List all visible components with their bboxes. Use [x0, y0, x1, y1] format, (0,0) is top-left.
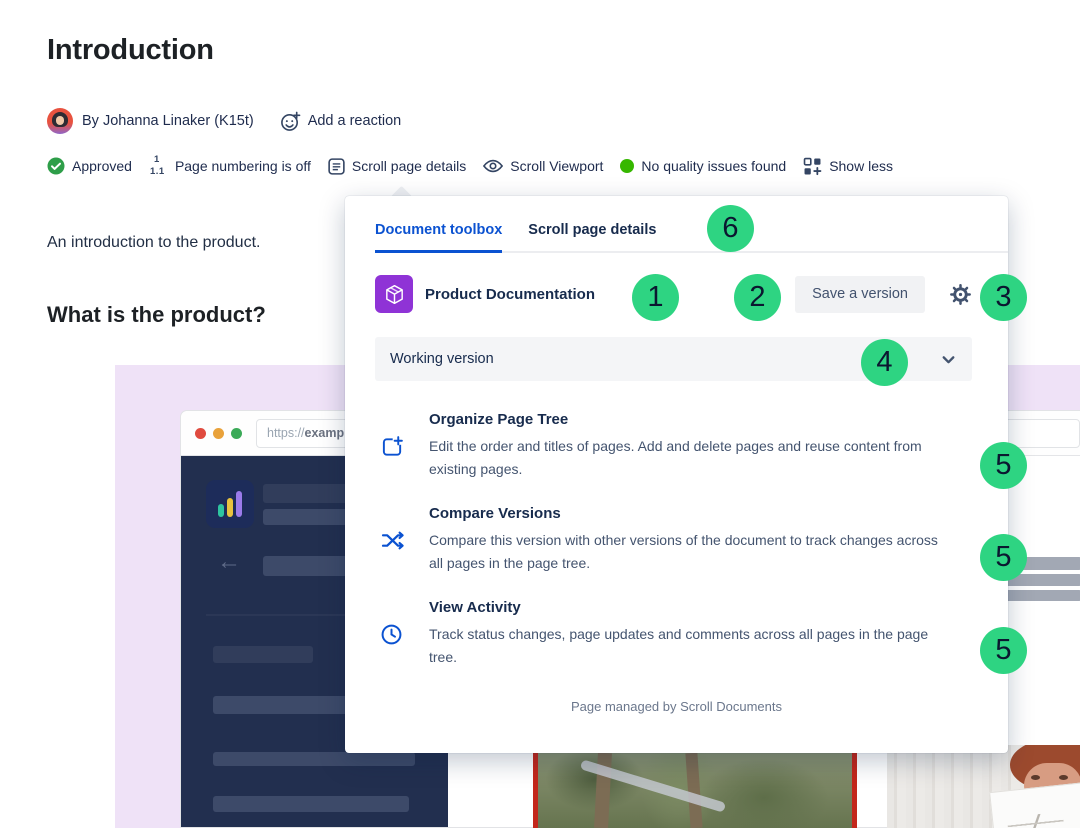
status-label: Show less — [829, 158, 893, 174]
nature-photo — [533, 750, 857, 828]
popup-tabs: Document toolbox Scroll page details — [375, 222, 1008, 253]
package-cube-icon — [383, 283, 406, 306]
status-label: No quality issues found — [641, 158, 786, 174]
mockup-logo-tile — [206, 480, 254, 528]
annotation-badge-2: 2 — [734, 274, 781, 321]
status-show-less[interactable]: Show less — [803, 157, 893, 176]
quality-dot-icon — [620, 159, 634, 173]
action-description: Edit the order and titles of pages. Add … — [429, 435, 953, 481]
action-description: Compare this version with other versions… — [429, 529, 953, 575]
status-label: Scroll page details — [352, 158, 466, 174]
add-reaction-button[interactable]: Add a reaction — [280, 111, 402, 132]
eye-icon — [483, 159, 503, 173]
bar-chart-icon — [236, 491, 242, 517]
action-text: View Activity Track status changes, page… — [429, 599, 953, 669]
close-window-icon — [195, 428, 206, 439]
grid-plus-icon — [803, 157, 822, 176]
settings-button[interactable] — [949, 283, 972, 306]
sketch-paper — [989, 782, 1080, 828]
back-arrow-icon: ← — [217, 548, 241, 576]
person-photo — [887, 745, 1080, 828]
annotation-badge-5: 5 — [980, 534, 1027, 581]
version-selector-value: Working version — [390, 351, 494, 367]
action-text: Organize Page Tree Edit the order and ti… — [429, 411, 953, 481]
status-bar: Approved 1 1.1 Page numbering is off Scr… — [47, 156, 893, 176]
chevron-down-icon — [940, 351, 957, 368]
add-reaction-label: Add a reaction — [308, 113, 402, 129]
annotation-badge-1: 1 — [632, 274, 679, 321]
url-prefix: https:// — [267, 426, 305, 440]
check-circle-icon — [47, 157, 65, 175]
bar-chart-icon — [218, 504, 224, 517]
numbering-bottom: 1.1 — [150, 166, 165, 177]
gear-icon — [949, 283, 972, 306]
popup-actions: Organize Page Tree Edit the order and ti… — [381, 411, 972, 669]
action-title: Organize Page Tree — [429, 411, 953, 428]
sidebar-placeholder-bar — [213, 646, 313, 663]
document-tile — [375, 275, 413, 313]
tab-scroll-page-details[interactable]: Scroll page details — [528, 222, 656, 253]
page-title: Introduction — [47, 34, 214, 67]
action-view-activity[interactable]: View Activity Track status changes, page… — [381, 599, 972, 669]
action-title: Compare Versions — [429, 505, 953, 522]
page-numbering-icon: 1 1.1 — [149, 156, 168, 176]
annotation-badge-5: 5 — [980, 442, 1027, 489]
page-details-icon — [328, 158, 345, 175]
maximize-window-icon — [231, 428, 242, 439]
document-name: Product Documentation — [425, 286, 595, 303]
action-compare-versions[interactable]: Compare Versions Compare this version wi… — [381, 505, 972, 575]
person-eye — [1031, 775, 1040, 780]
status-label: Approved — [72, 158, 132, 174]
status-label: Scroll Viewport — [510, 158, 603, 174]
action-description: Track status changes, page updates and c… — [429, 623, 953, 669]
document-toolbox-popup: Document toolbox Scroll page details Pro… — [345, 196, 1008, 753]
tab-document-toolbox[interactable]: Document toolbox — [375, 222, 502, 253]
author-name[interactable]: By Johanna Linaker (K15t) — [82, 113, 254, 129]
status-quality[interactable]: No quality issues found — [620, 158, 786, 174]
compare-versions-icon — [381, 505, 405, 575]
byline: By Johanna Linaker (K15t) Add a reaction — [47, 108, 401, 134]
popup-footer-text: Page managed by Scroll Documents — [345, 699, 1008, 714]
action-text: Compare Versions Compare this version wi… — [429, 505, 953, 575]
section-heading: What is the product? — [47, 302, 266, 328]
traffic-lights — [195, 428, 242, 439]
annotation-badge-6: 6 — [707, 205, 754, 252]
minimize-window-icon — [213, 428, 224, 439]
add-reaction-icon — [280, 111, 301, 132]
organize-page-tree-icon — [381, 411, 405, 481]
tree-trunk — [685, 753, 702, 828]
author-avatar[interactable] — [47, 108, 73, 134]
status-label: Page numbering is off — [175, 158, 311, 174]
annotation-badge-3: 3 — [980, 274, 1027, 321]
action-organize-page-tree[interactable]: Organize Page Tree Edit the order and ti… — [381, 411, 972, 481]
sidebar-placeholder-bar — [213, 752, 415, 766]
status-scroll-page-details[interactable]: Scroll page details — [328, 158, 466, 175]
action-title: View Activity — [429, 599, 953, 616]
bar-chart-icon — [227, 498, 233, 517]
status-page-numbering[interactable]: 1 1.1 Page numbering is off — [149, 156, 311, 176]
status-approved[interactable]: Approved — [47, 157, 132, 175]
annotation-badge-5: 5 — [980, 627, 1027, 674]
numbering-top: 1 — [154, 154, 159, 165]
intro-paragraph: An introduction to the product. — [47, 234, 260, 252]
save-version-button[interactable]: Save a version — [795, 276, 925, 313]
person-eye — [1059, 775, 1068, 780]
view-activity-icon — [381, 599, 405, 669]
status-scroll-viewport[interactable]: Scroll Viewport — [483, 158, 603, 174]
sidebar-placeholder-bar — [213, 796, 409, 812]
annotation-badge-4: 4 — [861, 339, 908, 386]
